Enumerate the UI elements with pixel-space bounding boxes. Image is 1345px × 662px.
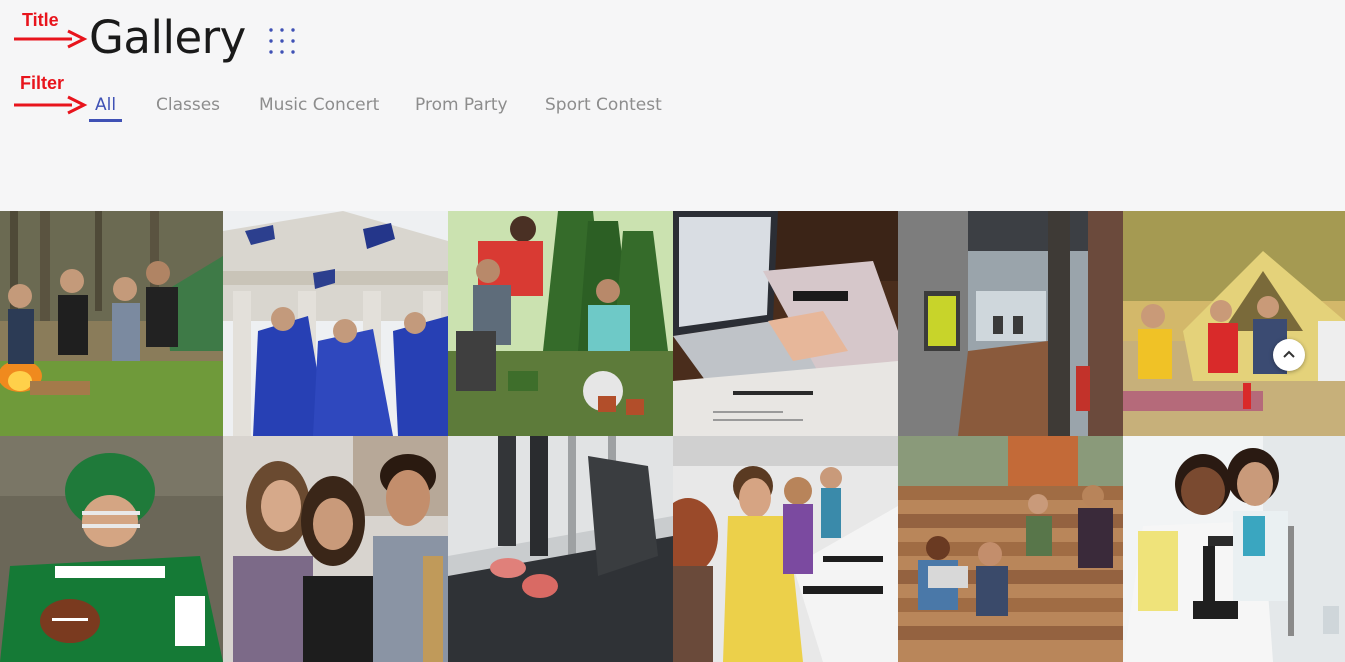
filter-tab-sport-contest[interactable]: Sport Contest bbox=[545, 94, 662, 116]
gallery-photo-office[interactable] bbox=[898, 211, 1123, 436]
scroll-top-button[interactable] bbox=[1273, 339, 1305, 371]
gallery-photo-football[interactable] bbox=[0, 436, 223, 662]
gallery-photo-gardening[interactable] bbox=[448, 211, 673, 436]
gallery-photo-graduation[interactable] bbox=[223, 211, 448, 436]
chevron-up-icon bbox=[1283, 350, 1295, 358]
annotation-arrow-icon bbox=[14, 95, 88, 115]
gallery-photo-computer-lab[interactable] bbox=[673, 436, 898, 662]
gallery-photo-outdoor-steps[interactable] bbox=[898, 436, 1123, 662]
filter-tab-music-concert[interactable]: Music Concert bbox=[259, 94, 379, 116]
active-filter-indicator bbox=[89, 119, 122, 122]
annotation-title-label: Title bbox=[22, 10, 59, 30]
filter-tab-classes[interactable]: Classes bbox=[156, 94, 220, 116]
annotation-arrow-icon bbox=[14, 29, 88, 49]
page-title: Gallery bbox=[89, 11, 246, 64]
gallery-grid bbox=[0, 211, 1345, 662]
gallery-photo-laptop[interactable] bbox=[673, 211, 898, 436]
grid-dots-icon[interactable] bbox=[267, 26, 299, 58]
gallery-photo-microscope[interactable] bbox=[1123, 436, 1345, 662]
gallery-photo-friends-campfire[interactable] bbox=[0, 211, 223, 436]
gallery-photo-camping[interactable] bbox=[1123, 211, 1345, 436]
gallery-photo-three-friends[interactable] bbox=[223, 436, 448, 662]
filter-tab-prom-party[interactable]: Prom Party bbox=[415, 94, 508, 116]
gallery-photo-treadmill[interactable] bbox=[448, 436, 673, 662]
filter-tab-all[interactable]: All bbox=[95, 94, 116, 116]
annotation-filter-label: Filter bbox=[20, 73, 65, 93]
